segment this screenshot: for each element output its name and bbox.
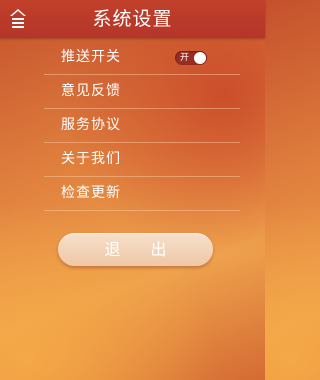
menu-item-label: 关于我们 [61,151,121,167]
toggle-knob [194,52,206,64]
page-title: 系统设置 [92,8,173,30]
menu-item-service-agreement[interactable]: 服务协议 [44,109,240,143]
push-toggle[interactable]: 开 [175,51,207,65]
logout-button[interactable]: 退出 [58,233,213,266]
settings-menu: 推送开关 开 意见反馈 服务协议 关于我们 检查更新 [44,41,240,211]
menu-item-about-us[interactable]: 关于我们 [44,143,240,177]
menu-item-label: 推送开关 [61,49,121,65]
menu-item-label: 意见反馈 [61,83,121,99]
menu-item-push-switch[interactable]: 推送开关 开 [44,41,240,75]
menu-item-feedback[interactable]: 意见反馈 [44,75,240,109]
top-bar: 系统设置 [0,0,265,38]
menu-item-label: 服务协议 [61,117,121,133]
toggle-state-text: 开 [180,53,190,63]
menu-item-label: 检查更新 [61,185,121,201]
menu-item-check-update[interactable]: 检查更新 [44,177,240,211]
